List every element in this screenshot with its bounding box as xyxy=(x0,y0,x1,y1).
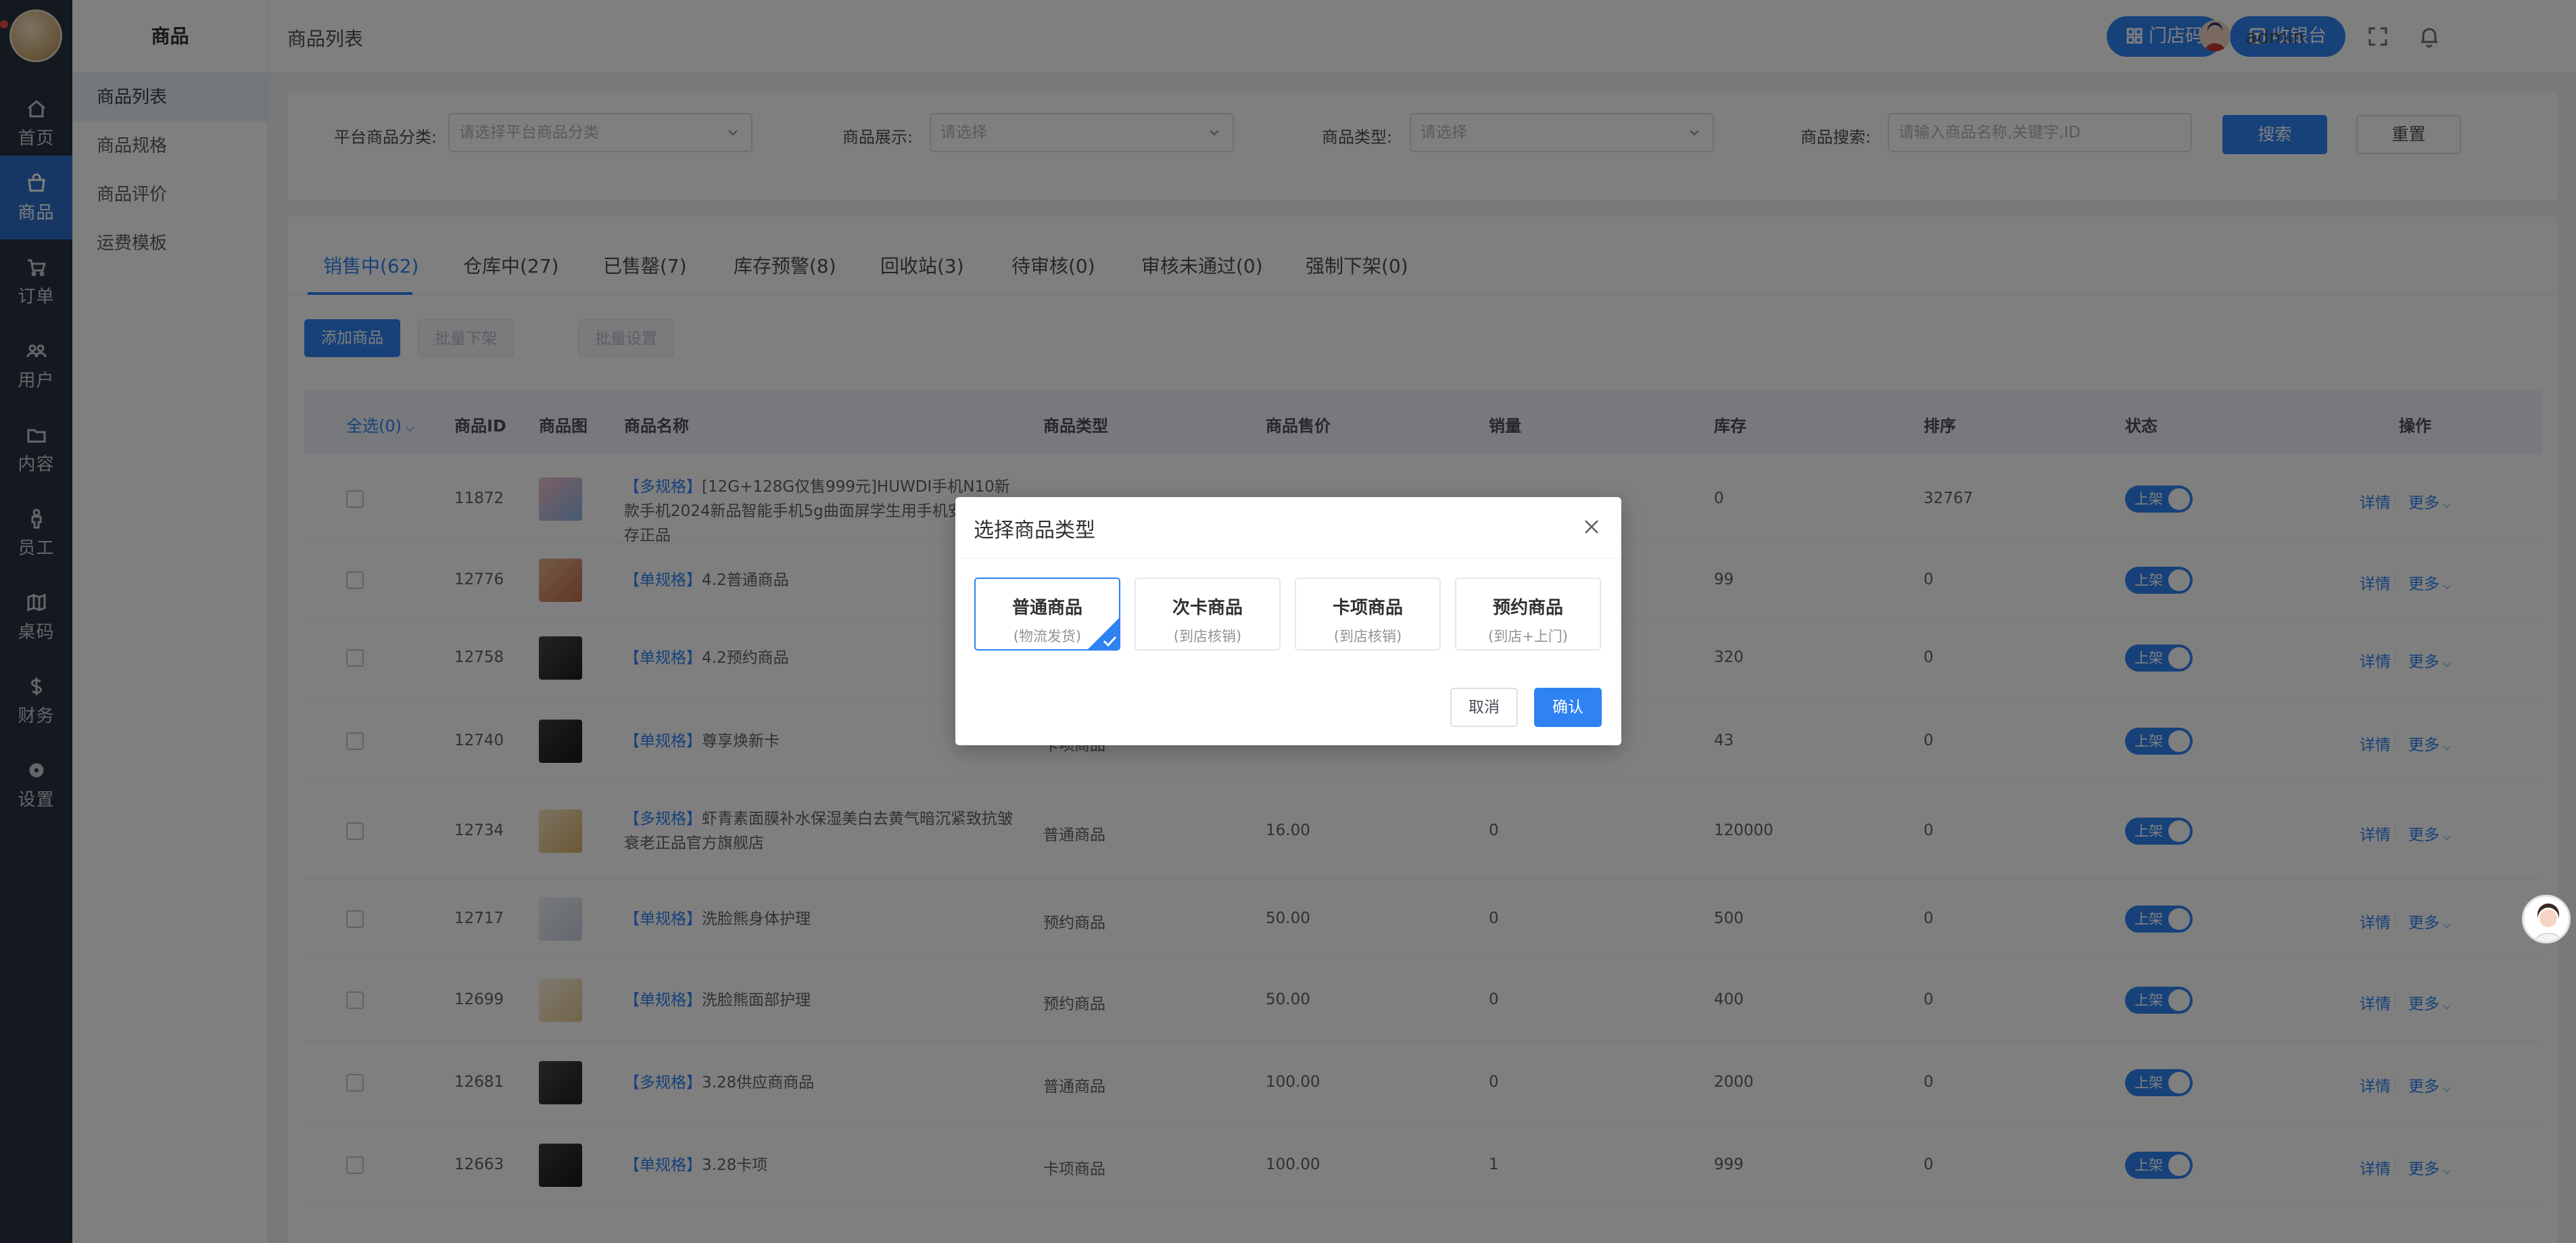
dialog-title: 选择商品类型 xyxy=(974,519,1095,542)
type-option-name: 卡项商品 xyxy=(1332,598,1403,618)
customer-service-avatar[interactable] xyxy=(2522,895,2571,943)
type-option-normal[interactable]: 普通商品 (物流发货) xyxy=(974,578,1120,651)
type-option-sub: (到店核销) xyxy=(1173,628,1242,644)
confirm-button[interactable]: 确认 xyxy=(1534,688,1602,727)
type-option-name: 普通商品 xyxy=(1011,598,1082,618)
select-goods-type-dialog: 选择商品类型 普通商品 (物流发货) 次卡商品 (到店核销) 卡项商品 (到店核… xyxy=(955,497,1621,745)
type-option-name: 次卡商品 xyxy=(1172,598,1243,618)
cancel-button[interactable]: 取消 xyxy=(1450,688,1518,727)
check-icon xyxy=(1088,618,1119,649)
type-option-sub: (到店核销) xyxy=(1333,628,1402,644)
type-option-times-card[interactable]: 次卡商品 (到店核销) xyxy=(1135,578,1281,651)
type-option-name: 预约商品 xyxy=(1492,598,1563,618)
type-option-sub: (到店+上门) xyxy=(1488,628,1568,644)
close-icon[interactable] xyxy=(1581,517,1602,537)
type-option-reservation[interactable]: 预约商品 (到店+上门) xyxy=(1455,578,1601,651)
dialog-divider xyxy=(955,558,1621,559)
type-option-card-item[interactable]: 卡项商品 (到店核销) xyxy=(1295,578,1441,651)
